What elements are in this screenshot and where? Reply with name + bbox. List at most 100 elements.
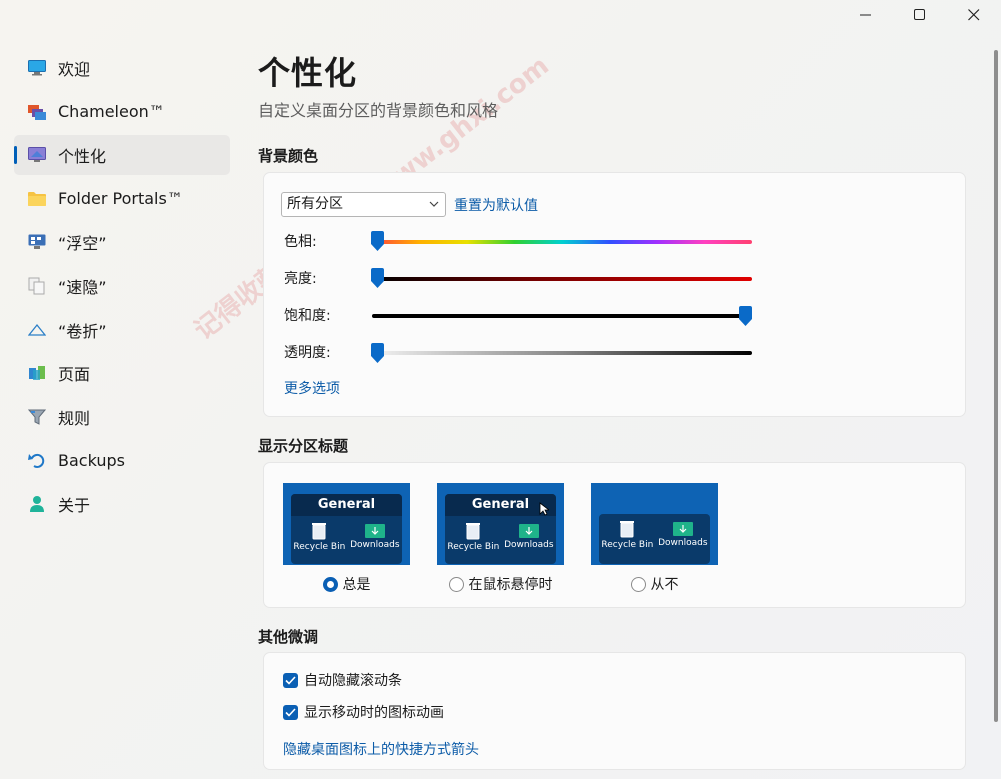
person-icon: [27, 494, 47, 514]
title-option-hover[interactable]: General Recycle Bin Downloads 在鼠标悬停时: [437, 483, 564, 594]
checkmark-icon: [285, 675, 296, 685]
page-title: 个性化: [258, 54, 358, 92]
icon-animation-option[interactable]: 显示移动时的图标动画: [283, 702, 444, 722]
section-tweaks-title: 其他微调: [258, 628, 319, 646]
opacity-slider-thumb[interactable]: [371, 343, 384, 363]
preview-never: Recycle Bin Downloads: [591, 483, 718, 565]
radio-never-label: 从不: [650, 577, 679, 593]
sidebar-item-pages[interactable]: 页面: [14, 353, 230, 393]
preview-item-label: Downloads: [350, 540, 400, 550]
sidebar-nav: 欢迎 Chameleon™ 个性化 Folder Portals™ “浮空” “…: [14, 48, 230, 528]
sidebar-item-rollup[interactable]: “卷折”: [14, 310, 230, 350]
checkmark-icon: [285, 707, 296, 717]
sidebar-item-welcome[interactable]: 欢迎: [14, 48, 230, 88]
vertical-scrollbar[interactable]: [994, 50, 998, 722]
sidebar-item-label: “速隐”: [58, 277, 107, 297]
desktop-float-icon: [27, 232, 47, 252]
radio-hover-label: 在鼠标悬停时: [468, 577, 553, 593]
auto-hide-scrollbar-label: 自动隐藏滚动条: [304, 673, 402, 689]
hue-label: 色相:: [284, 234, 317, 250]
sidebar-item-label: Folder Portals™: [58, 189, 183, 209]
preview-title: General: [291, 494, 402, 516]
page-subtitle: 自定义桌面分区的背景颜色和风格: [258, 101, 499, 120]
opacity-label: 透明度:: [284, 345, 331, 361]
radio-always[interactable]: [322, 576, 338, 592]
downloads-folder-icon: [364, 524, 385, 538]
hue-slider-thumb[interactable]: [371, 231, 384, 251]
sidebar-item-label: Backups: [58, 450, 125, 470]
sidebar-item-rules[interactable]: 规则: [14, 397, 230, 437]
recycle-bin-icon: [466, 523, 481, 540]
rollup-icon: [27, 320, 47, 340]
minimize-button[interactable]: [839, 0, 893, 30]
folder-icon: [27, 189, 47, 209]
partition-select[interactable]: 所有分区: [281, 192, 446, 217]
preview-item-label: Downloads: [658, 538, 708, 548]
brightness-label: 亮度:: [284, 271, 317, 287]
close-button[interactable]: [947, 0, 1001, 30]
pages-icon: [27, 363, 47, 383]
hide-shortcut-arrow-link[interactable]: 隐藏桌面图标上的快捷方式箭头: [283, 739, 479, 759]
icon-animation-checkbox[interactable]: [283, 704, 298, 720]
minimize-icon: [860, 14, 871, 16]
chameleon-icon: [27, 102, 47, 122]
chevron-down-icon: [429, 201, 439, 207]
auto-hide-scrollbar-checkbox[interactable]: [283, 672, 298, 688]
rules-funnel-icon: [27, 407, 47, 427]
title-display-card: General Recycle Bin Downloads 总是 General…: [263, 462, 966, 608]
preview-item-label: Recycle Bin: [293, 542, 346, 552]
radio-always-label: 总是: [342, 577, 371, 593]
sidebar-item-folder-portals[interactable]: Folder Portals™: [14, 179, 230, 219]
preview-item-label: Downloads: [504, 540, 554, 550]
quick-hide-icon: [27, 276, 47, 296]
sidebar-item-label: 页面: [58, 365, 91, 385]
title-option-always[interactable]: General Recycle Bin Downloads 总是: [283, 483, 410, 594]
mouse-cursor-icon: [539, 502, 549, 516]
sidebar-item-label: “浮空”: [58, 234, 107, 254]
reset-default-link[interactable]: 重置为默认值: [454, 195, 538, 215]
opacity-slider-track[interactable]: [372, 351, 752, 355]
sidebar-item-label: 关于: [58, 495, 91, 515]
saturation-slider-track[interactable]: [372, 314, 752, 318]
sidebar-item-label: 个性化: [58, 147, 107, 167]
more-options-link[interactable]: 更多选项: [284, 378, 340, 398]
sidebar-item-chameleon[interactable]: Chameleon™: [14, 92, 230, 132]
title-option-never[interactable]: Recycle Bin Downloads 从不: [591, 483, 718, 594]
downloads-folder-icon: [518, 524, 539, 538]
sidebar-item-label: “卷折”: [58, 321, 107, 341]
icon-animation-label: 显示移动时的图标动画: [304, 705, 444, 721]
saturation-slider-thumb[interactable]: [739, 306, 752, 326]
radio-hover[interactable]: [448, 576, 464, 592]
sidebar-item-backups[interactable]: Backups: [14, 440, 230, 480]
sidebar-item-about[interactable]: 关于: [14, 484, 230, 524]
radio-never[interactable]: [630, 576, 646, 592]
recycle-bin-icon: [312, 523, 327, 540]
monitor-icon: [27, 58, 47, 78]
preview-item-label: Recycle Bin: [601, 540, 654, 550]
personalize-icon: [27, 145, 47, 165]
recycle-bin-icon: [620, 521, 635, 538]
sidebar-item-personalize[interactable]: 个性化: [14, 135, 230, 176]
sidebar-item-label: 规则: [58, 408, 91, 428]
section-title-display-title: 显示分区标题: [258, 437, 349, 455]
sidebar-item-label: 欢迎: [58, 60, 91, 79]
sidebar-item-float[interactable]: “浮空”: [14, 222, 230, 262]
section-background-color-title: 背景颜色: [258, 147, 319, 165]
maximize-button[interactable]: [893, 0, 947, 30]
tweaks-card: 自动隐藏滚动条 显示移动时的图标动画 隐藏桌面图标上的快捷方式箭头: [263, 652, 966, 770]
window-controls: [839, 0, 1001, 32]
maximize-icon: [914, 9, 925, 20]
brightness-slider-thumb[interactable]: [371, 268, 384, 288]
sidebar-item-quick-hide[interactable]: “速隐”: [14, 266, 230, 306]
auto-hide-scrollbar-option[interactable]: 自动隐藏滚动条: [283, 670, 402, 690]
close-icon: [968, 9, 980, 21]
backup-undo-icon: [27, 450, 47, 470]
preview-always: General Recycle Bin Downloads: [283, 483, 410, 565]
partition-select-value: 所有分区: [287, 196, 343, 212]
brightness-slider-track[interactable]: [372, 277, 752, 281]
hue-slider-track[interactable]: [372, 240, 752, 244]
downloads-folder-icon: [672, 522, 693, 536]
preview-hover: General Recycle Bin Downloads: [437, 483, 564, 565]
saturation-label: 饱和度:: [284, 308, 331, 324]
sidebar-item-label: Chameleon™: [58, 102, 165, 122]
